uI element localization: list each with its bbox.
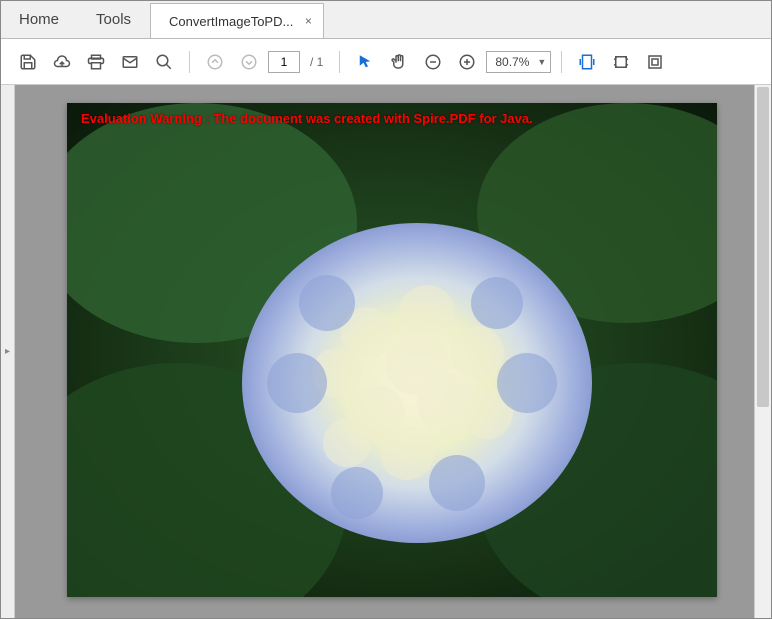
chevron-down-icon: ▼: [537, 57, 546, 67]
save-button[interactable]: [13, 47, 43, 77]
zoom-dropdown[interactable]: 80.7% ▼: [486, 51, 551, 73]
tab-bar: Home Tools ConvertImageToPD... ×: [1, 1, 771, 39]
fullscreen-icon: [646, 53, 664, 71]
zoom-out-icon: [424, 53, 442, 71]
tab-tools[interactable]: Tools: [78, 1, 150, 38]
close-icon[interactable]: ×: [301, 14, 315, 28]
separator: [561, 51, 562, 73]
content-area: ▸: [1, 85, 771, 618]
page-down-button: [234, 47, 264, 77]
evaluation-warning: Evaluation Warning : The document was cr…: [81, 111, 533, 126]
tab-document[interactable]: ConvertImageToPD... ×: [150, 3, 324, 38]
mail-icon: [121, 53, 139, 71]
save-icon: [19, 53, 37, 71]
zoom-in-icon: [458, 53, 476, 71]
embedded-image: [67, 103, 717, 597]
cloud-upload-button[interactable]: [47, 47, 77, 77]
search-icon: [155, 53, 173, 71]
tab-document-label: ConvertImageToPD...: [169, 14, 293, 29]
page-up-icon: [206, 53, 224, 71]
zoom-out-button[interactable]: [418, 47, 448, 77]
hand-icon: [390, 53, 408, 71]
tab-home[interactable]: Home: [1, 1, 78, 38]
zoom-in-button[interactable]: [452, 47, 482, 77]
separator: [189, 51, 190, 73]
left-panel-toggle[interactable]: ▸: [1, 85, 15, 618]
fit-width-button[interactable]: [572, 47, 602, 77]
page-down-icon: [240, 53, 258, 71]
fullscreen-button[interactable]: [640, 47, 670, 77]
zoom-value-label: 80.7%: [495, 55, 529, 69]
print-button[interactable]: [81, 47, 111, 77]
toolbar: / 1 80.7% ▼: [1, 39, 771, 85]
page-number-input[interactable]: [268, 51, 300, 73]
page-total-label: / 1: [304, 55, 329, 69]
hand-tool-button[interactable]: [384, 47, 414, 77]
chevron-right-icon: ▸: [5, 346, 10, 357]
fit-page-icon: [612, 53, 630, 71]
mail-button[interactable]: [115, 47, 145, 77]
scrollbar-thumb[interactable]: [757, 87, 769, 407]
hydrangea-image: [67, 103, 717, 597]
print-icon: [87, 53, 105, 71]
cloud-upload-icon: [53, 53, 71, 71]
document-viewport[interactable]: Evaluation Warning : The document was cr…: [15, 85, 754, 618]
pointer-tool-button[interactable]: [350, 47, 380, 77]
page-up-button: [200, 47, 230, 77]
pointer-icon: [356, 53, 374, 71]
vertical-scrollbar[interactable]: [754, 85, 771, 618]
pdf-page: Evaluation Warning : The document was cr…: [67, 103, 717, 597]
fit-page-button[interactable]: [606, 47, 636, 77]
fit-width-icon: [578, 53, 596, 71]
separator: [339, 51, 340, 73]
search-button[interactable]: [149, 47, 179, 77]
